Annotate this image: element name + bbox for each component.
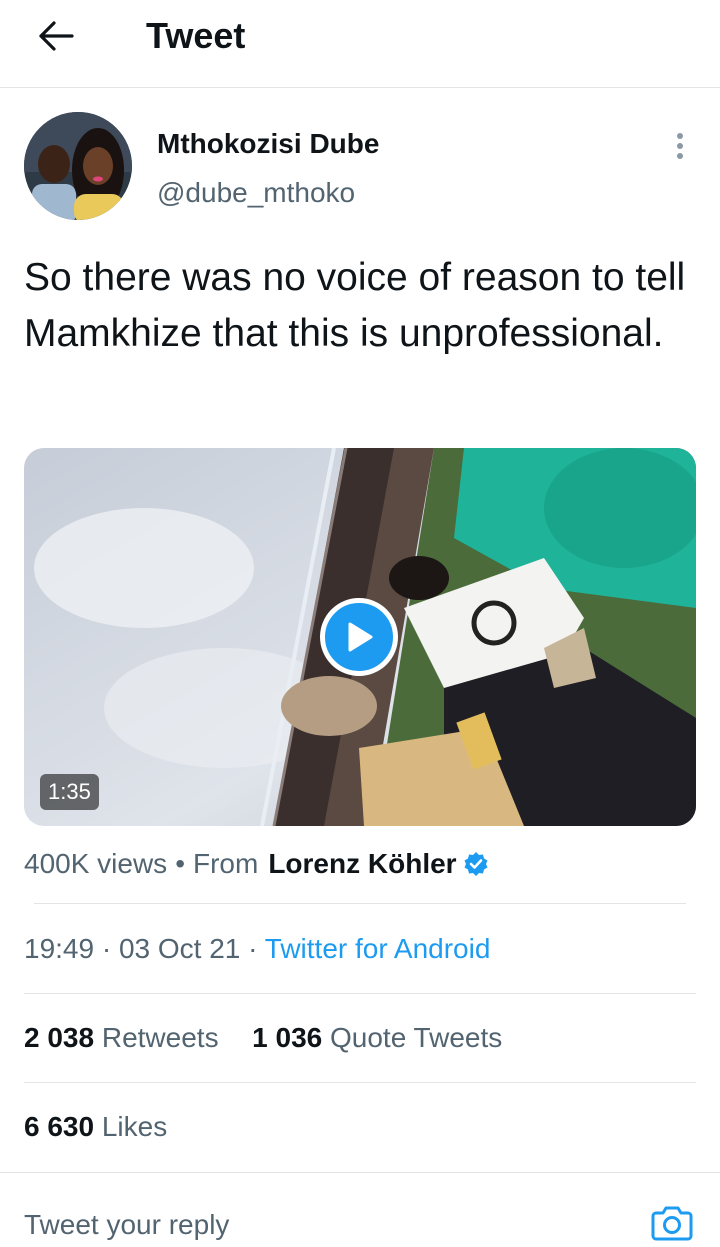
divider: [34, 903, 686, 904]
back-button[interactable]: [28, 14, 84, 58]
more-vertical-icon: [677, 133, 683, 159]
engagement-stats-row: 2 038 Retweets 1 036 Quote Tweets: [24, 1018, 502, 1058]
avatar[interactable]: [24, 112, 132, 220]
top-app-bar: Tweet: [0, 0, 720, 88]
quote-tweets-count: 1 036: [252, 1022, 323, 1053]
author-display-name[interactable]: Mthokozisi Dube: [157, 126, 379, 162]
camera-icon: [651, 1206, 693, 1241]
more-options-button[interactable]: [660, 128, 700, 164]
retweets-stat[interactable]: 2 038 Retweets: [24, 1022, 219, 1053]
likes-label: Likes: [101, 1111, 168, 1142]
tweet-date: 03 Oct 21: [118, 933, 241, 964]
quote-tweets-label: Quote Tweets: [330, 1022, 503, 1053]
divider: [24, 993, 696, 994]
play-button[interactable]: [320, 598, 398, 676]
reply-input[interactable]: Tweet your reply: [24, 1205, 229, 1245]
retweets-label: Retweets: [101, 1022, 219, 1053]
from-label: From: [193, 848, 259, 879]
quote-tweets-stat[interactable]: 1 036 Quote Tweets: [252, 1022, 502, 1053]
views-count: 400K views: [24, 848, 168, 879]
reply-composer-bar: Tweet your reply: [0, 1172, 720, 1247]
bullet-separator: •: [175, 848, 185, 879]
source-account-name[interactable]: Lorenz Köhler: [268, 844, 456, 884]
video-info-row: 400K views • From Lorenz Köhler: [24, 844, 489, 884]
dot-separator: ·: [101, 933, 112, 964]
tweet-text: So there was no voice of reason to tell …: [24, 256, 686, 355]
camera-button[interactable]: [648, 1201, 696, 1245]
verified-badge-icon: [463, 851, 489, 877]
divider: [24, 1082, 696, 1083]
retweets-count: 2 038: [24, 1022, 95, 1053]
page-title: Tweet: [146, 15, 246, 56]
tweet-time: 19:49: [24, 933, 95, 964]
arrow-left-icon: [39, 21, 74, 51]
play-icon: [348, 622, 373, 652]
tweet-client-link[interactable]: Twitter for Android: [265, 933, 491, 964]
dot-separator: ·: [248, 933, 258, 964]
likes-count: 6 630: [24, 1111, 95, 1142]
author-handle[interactable]: @dube_mthoko: [157, 175, 355, 211]
tweet-meta-row: 19:49 · 03 Oct 21 · Twitter for Android: [24, 929, 490, 969]
video-thumbnail[interactable]: 1:35: [24, 448, 696, 826]
video-duration-badge: 1:35: [40, 774, 99, 810]
likes-stat[interactable]: 6 630 Likes: [24, 1107, 167, 1147]
